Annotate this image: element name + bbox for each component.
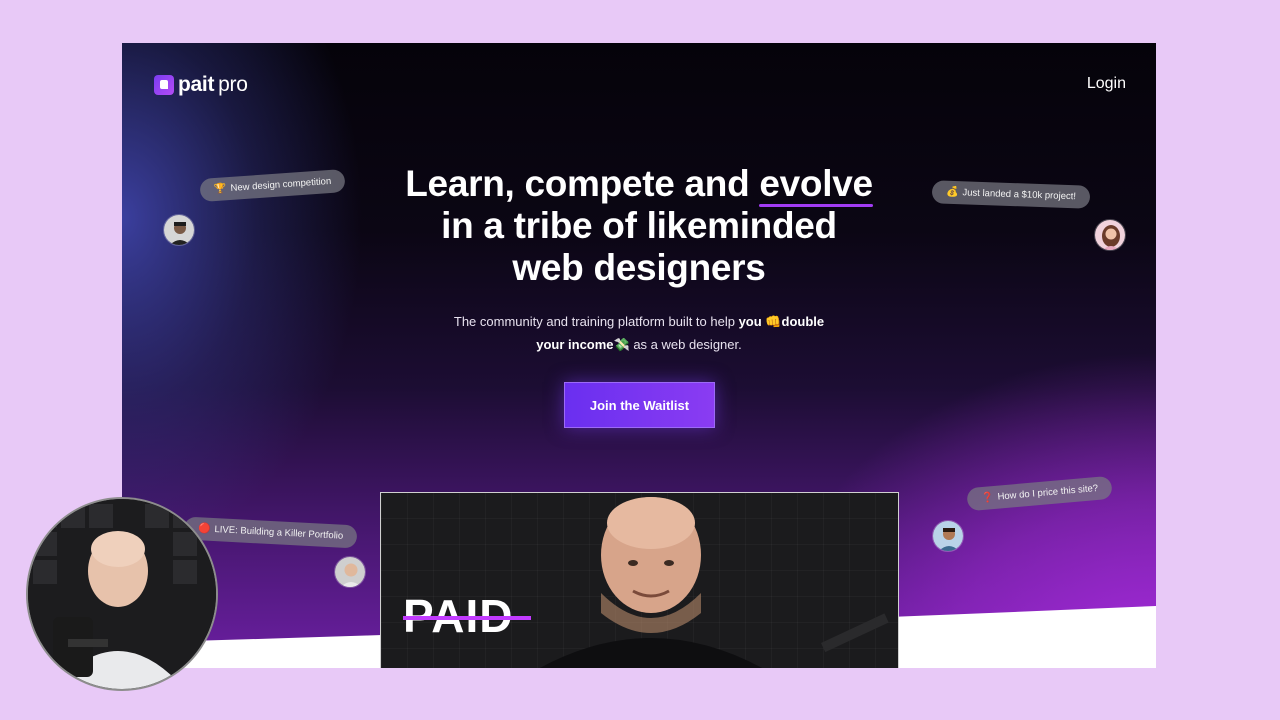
webcam-overlay	[26, 497, 218, 691]
fist-icon: 👊	[765, 314, 782, 329]
bubble-text: Just landed a $10k project!	[962, 187, 1077, 203]
bubble-text: New design competition	[230, 175, 332, 194]
brand-logo[interactable]: pait pro	[154, 73, 248, 97]
trophy-icon: 🏆	[213, 183, 227, 196]
bubble-text: How do I price this site?	[997, 482, 1099, 503]
subtext-you: you	[738, 314, 762, 329]
live-dot-icon: 🔴	[197, 523, 211, 535]
subtext-double: double	[781, 314, 825, 329]
avatar-user-1	[163, 214, 195, 246]
subtext-income: your income	[536, 337, 614, 352]
strike-line	[403, 616, 531, 620]
question-icon: ❓	[980, 492, 995, 505]
money-icon: 💸	[613, 337, 630, 352]
landing-page: pait pro Login Learn, compete and evolve …	[122, 43, 1156, 668]
bubble-text: LIVE: Building a Killer Portfolio	[214, 524, 344, 542]
login-link[interactable]: Login	[1087, 75, 1126, 93]
brand-name-bold: pait	[178, 73, 215, 96]
join-waitlist-button[interactable]: Join the Waitlist	[564, 382, 715, 428]
subtext-line-1: The community and training platform buil…	[122, 310, 1156, 333]
avatar-user-2	[1094, 219, 1126, 251]
subtext-part-2: as a web designer.	[629, 337, 742, 352]
subtext-part-1: The community and training platform buil…	[453, 314, 739, 329]
chat-bubble-live: 🔴 LIVE: Building a Killer Portfolio	[183, 516, 358, 549]
headline-line-2: in a tribe of likeminded	[441, 205, 837, 246]
webcam-person	[28, 499, 216, 689]
promo-video[interactable]: PAID	[380, 492, 899, 668]
money-bag-icon: 💰	[945, 186, 959, 199]
headline-line-1-text: Learn, compete and	[405, 163, 760, 204]
brand-name-light: pro	[218, 73, 248, 96]
chat-bubble-pricing: ❓ How do I price this site?	[966, 475, 1114, 512]
subtext-line-2: your income💸 as a web designer.	[122, 333, 1156, 356]
headline-line-3: web designers	[512, 247, 766, 288]
avatar-user-4	[334, 556, 366, 588]
hero-subtext: The community and training platform buil…	[122, 310, 1156, 356]
avatar-user-3	[932, 520, 964, 552]
logo-icon	[154, 75, 174, 95]
headline-accent-word: evolve	[759, 163, 874, 207]
